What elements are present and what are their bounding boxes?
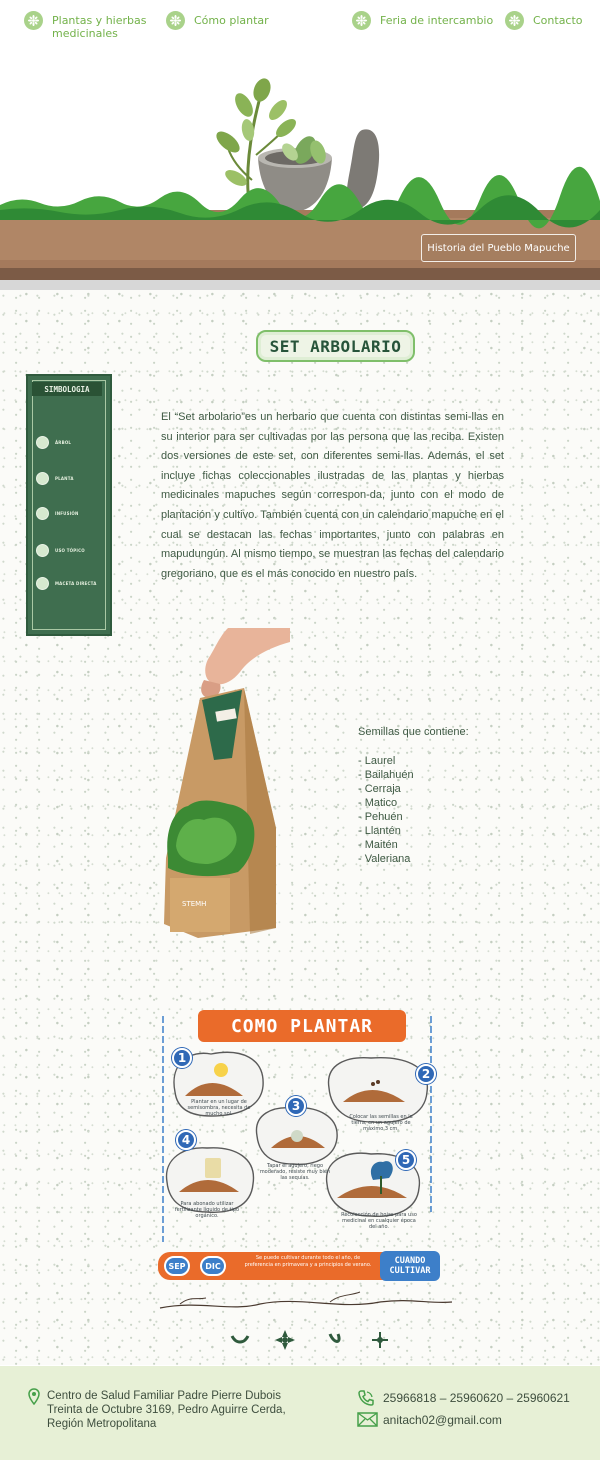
seed-item: - Pehuén	[358, 811, 403, 823]
symbology-label: INFUSIÓN	[55, 511, 79, 516]
decorative-divider	[0, 1290, 600, 1360]
step-number: 2	[416, 1064, 436, 1084]
address-line: Centro de Salud Familiar Padre Pierre Du…	[47, 1390, 281, 1402]
symbology-border	[32, 380, 106, 630]
step-number: 3	[286, 1096, 306, 1116]
nav-label: Plantas y hierbas medicinales	[52, 14, 146, 40]
step-text: Tapar el agujero, riego moderado, resist…	[259, 1163, 331, 1181]
seed-item: - Matico	[358, 797, 398, 809]
symbology-title: SIMBOLOGIA	[32, 382, 102, 396]
symbology-label: USO TÓPICO	[55, 548, 85, 553]
section-title-text: SET ARBOLARIO	[269, 336, 402, 356]
banner-text: Se puede cultivar durante todo el año, d…	[244, 1255, 372, 1268]
nav-item-plantas[interactable]: Plantas y hierbas medicinales	[24, 11, 146, 40]
nav-item-contacto[interactable]: Contacto	[505, 11, 583, 30]
symbology-item: USO TÓPICO	[36, 544, 85, 557]
flower-icon	[24, 11, 43, 30]
symbology-label: ÁRBOL	[55, 440, 72, 445]
nav-label-line2: medicinales	[52, 27, 118, 40]
flower-icon	[505, 11, 524, 30]
how-to-plant-infographic	[161, 1012, 433, 1287]
when-label-line2: CULTIVAR	[389, 1266, 431, 1276]
seeds-title: Semillas que contiene:	[358, 726, 469, 738]
month-badge: SEP	[164, 1256, 190, 1276]
location-pin-icon	[28, 1388, 40, 1405]
top-navigation: Plantas y hierbas medicinales Cómo plant…	[0, 0, 600, 60]
nav-label-line1: Plantas y hierbas	[52, 14, 147, 27]
pot-icon	[36, 577, 49, 590]
address-line: Treinta de Octubre 3169, Pedro Aguirre C…	[47, 1404, 286, 1416]
how-to-plant-title: COMO PLANTAR	[198, 1010, 406, 1042]
symbology-item: ÁRBOL	[36, 436, 71, 449]
footer-address: Centro de Salud Familiar Padre Pierre Du…	[47, 1389, 286, 1431]
nav-label: Cómo plantar	[194, 14, 269, 27]
tea-icon	[36, 507, 49, 520]
phone-icon	[358, 1390, 374, 1406]
footer-phones: 25966818 – 25960620 – 25960621	[383, 1391, 570, 1405]
when-label-line1: CUANDO	[394, 1256, 426, 1266]
email-icon	[357, 1412, 378, 1427]
flower-icon	[352, 11, 371, 30]
seed-item: - Cerraja	[358, 783, 401, 795]
step-text: Colocar las semillas en la tierra, en un…	[349, 1114, 413, 1132]
seed-item: - Llantén	[358, 825, 401, 837]
seed-item: - Bailahuén	[358, 769, 414, 781]
tree-icon	[36, 436, 49, 449]
month-badge: DIC	[200, 1256, 226, 1276]
symbology-label: PLANTA	[55, 476, 74, 481]
how-to-plant-title-text: COMO PLANTAR	[230, 1015, 374, 1037]
symbology-card: SIMBOLOGIA ÁRBOL PLANTA INFUSIÓN USO TÓP…	[26, 374, 112, 636]
seed-item: - Maitén	[358, 839, 398, 851]
section-title: SET ARBOLARIO	[256, 330, 415, 362]
symbology-item: INFUSIÓN	[36, 507, 79, 520]
step-number: 5	[396, 1150, 416, 1170]
flower-icon	[166, 11, 185, 30]
seed-item: - Laurel	[358, 755, 396, 767]
address-line: Región Metropolitana	[47, 1418, 157, 1430]
step-text: Recolección de hojas para uso medicinal …	[341, 1212, 417, 1230]
seed-item: - Valeriana	[358, 853, 411, 865]
nav-item-feria[interactable]: Feria de intercambio	[352, 11, 494, 30]
symbology-label: MACETA DIRECTA	[55, 581, 97, 586]
nav-label: Feria de intercambio	[380, 14, 494, 27]
step-number: 1	[172, 1048, 192, 1068]
history-button[interactable]: Historia del Pueblo Mapuche	[421, 234, 576, 262]
nav-item-como-plantar[interactable]: Cómo plantar	[166, 11, 269, 30]
box-brand-label: STEMH	[182, 900, 206, 908]
nav-label: Contacto	[533, 14, 583, 27]
footer-email-link[interactable]: anitach02@gmail.com	[383, 1413, 502, 1427]
product-photo: STEMH	[158, 628, 290, 944]
symbology-item: MACETA DIRECTA	[36, 577, 97, 590]
symbology-item: PLANTA	[36, 472, 74, 485]
plant-icon	[36, 472, 49, 485]
step-text: Para abonado utilizar fertilizante líqui…	[174, 1201, 240, 1219]
step-number: 4	[176, 1130, 196, 1150]
when-to-cultivate-badge: CUANDO CULTIVAR	[380, 1251, 440, 1281]
step-text: Plantar en un lugar de semisombra, neces…	[187, 1099, 251, 1117]
topical-icon	[36, 544, 49, 557]
seeds-list: Semillas que contiene: - Laurel - Bailah…	[358, 725, 469, 866]
section-description: El “Set arbolario”es un herbario que cue…	[161, 411, 504, 580]
